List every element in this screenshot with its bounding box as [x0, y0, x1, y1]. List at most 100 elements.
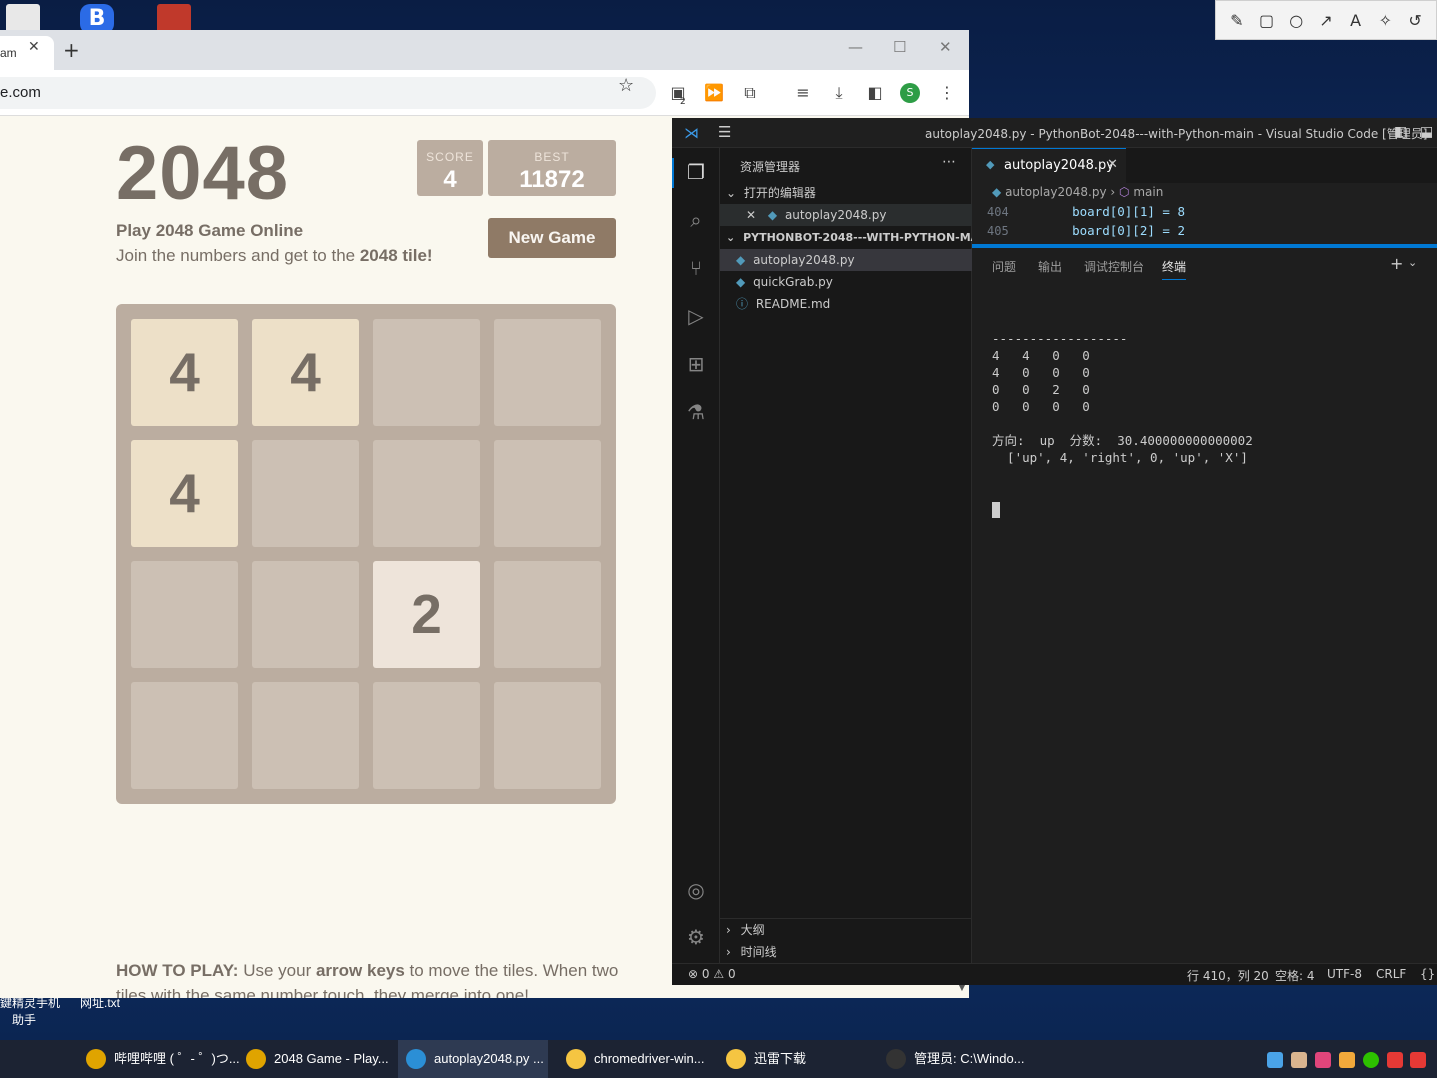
- empty-cell: [373, 440, 480, 547]
- tab-close-icon[interactable]: ✕: [28, 39, 40, 55]
- menu-kebab-icon[interactable]: ⋮: [936, 82, 958, 104]
- run-debug-icon[interactable]: ▷: [684, 304, 708, 328]
- breadcrumb-symbol[interactable]: main: [1133, 185, 1163, 199]
- new-game-button[interactable]: New Game: [488, 218, 616, 258]
- circle-icon[interactable]: ○: [1284, 11, 1308, 30]
- taskbar-item[interactable]: 管理员: C:\Windo...: [878, 1040, 1028, 1078]
- close-icon[interactable]: ✕: [939, 38, 952, 56]
- taskbar-item[interactable]: chromedriver-win...: [558, 1040, 708, 1078]
- tray-app-icon[interactable]: [1339, 1052, 1355, 1068]
- outline-section[interactable]: › 大纲: [720, 919, 972, 941]
- volume-icon[interactable]: [1410, 1052, 1426, 1068]
- score-box: SCORE 4: [417, 140, 483, 196]
- arrow-icon[interactable]: ↗: [1314, 11, 1338, 30]
- pencil-icon[interactable]: ✎: [1225, 11, 1249, 30]
- taskbar-item[interactable]: 哔哩哔哩 ( ゜- ゜)つ...: [78, 1040, 240, 1078]
- editor-area: autoplay2048.py ◆ ✕ ◆ autoplay2048.py › …: [972, 148, 1437, 247]
- rect-icon[interactable]: ▢: [1255, 11, 1279, 30]
- hamburger-menu-icon[interactable]: ☰: [718, 123, 731, 141]
- terminal-output[interactable]: ------------------ 4 4 0 0 4 0 0 0 0 0 2 0 0…: [992, 330, 1253, 466]
- file-item-quickgrab[interactable]: ◆ quickGrab.py: [720, 271, 972, 293]
- python-file-icon: ◆: [736, 253, 746, 267]
- game-board[interactable]: 4442: [116, 304, 616, 804]
- source-control-icon[interactable]: ⑂: [684, 256, 708, 280]
- language-braces-icon[interactable]: {}: [1420, 967, 1435, 981]
- extensions-icon[interactable]: ⊞: [684, 352, 708, 376]
- symbol-icon: ⬡: [1119, 185, 1130, 199]
- tab-terminal[interactable]: 终端: [1162, 258, 1187, 280]
- undo-icon[interactable]: ↺: [1403, 11, 1427, 30]
- terminal-line: ------------------: [992, 331, 1128, 346]
- account-icon[interactable]: ◎: [684, 878, 708, 902]
- taskbar-item[interactable]: 2048 Game - Play...: [238, 1040, 389, 1078]
- timeline-section[interactable]: › 时间线: [720, 941, 972, 963]
- python-file-icon: ◆: [767, 208, 778, 222]
- toggle-panel-icon[interactable]: ⬓: [1420, 124, 1433, 140]
- close-editor-icon[interactable]: ✕: [746, 208, 756, 222]
- breadcrumb-file[interactable]: autoplay2048.py: [1005, 185, 1106, 199]
- python-file-icon: ◆: [736, 275, 746, 289]
- taskbar-item[interactable]: 迅雷下载: [718, 1040, 868, 1078]
- testing-icon[interactable]: ⚗: [684, 400, 708, 424]
- scroll-down-icon[interactable]: ▼: [955, 983, 969, 997]
- intro-bold: 2048 tile!: [359, 246, 433, 265]
- cursor-position[interactable]: 行 410，列 20: [1187, 967, 1269, 984]
- tile: 4: [252, 319, 359, 426]
- game-title: 2048: [116, 131, 290, 216]
- empty-cell: [373, 319, 480, 426]
- sidepanel-icon[interactable]: ◧: [864, 82, 886, 104]
- search-icon[interactable]: ⌕: [684, 208, 708, 232]
- terminal-line: ['up', 4, 'right', 0, 'up', 'X']: [992, 450, 1248, 465]
- tab-problems[interactable]: 问题: [992, 258, 1016, 275]
- file-item-autoplay[interactable]: ◆ autoplay2048.py: [720, 249, 972, 271]
- tray-app-icon[interactable]: [1267, 1052, 1283, 1068]
- toggle-sidebar-icon[interactable]: ◧: [1394, 124, 1407, 140]
- minimize-icon[interactable]: —: [848, 38, 863, 56]
- puzzle-icon[interactable]: ⧉: [739, 82, 761, 104]
- close-tab-icon[interactable]: ✕: [1107, 157, 1118, 172]
- new-tab-icon[interactable]: +: [63, 38, 80, 62]
- folder-section[interactable]: ⌄ PYTHONBOT-2048---WITH-PYTHON-MAIN: [720, 227, 992, 249]
- line-ending[interactable]: CRLF: [1376, 967, 1406, 981]
- text-icon[interactable]: A: [1344, 11, 1368, 30]
- score-value: 4: [443, 166, 457, 193]
- chevron-right-icon: ›: [726, 923, 731, 937]
- code-line[interactable]: board[0][1] = 8: [1042, 204, 1185, 219]
- indentation[interactable]: 空格: 4: [1275, 967, 1315, 984]
- howto-keys: arrow keys: [315, 961, 405, 980]
- media-extension-icon[interactable]: ⏩: [703, 82, 725, 104]
- taskbar-item[interactable]: autoplay2048.py ...: [398, 1040, 548, 1078]
- tray-app-icon[interactable]: [1387, 1052, 1403, 1068]
- address-bar[interactable]: e.com: [0, 77, 656, 109]
- open-editor-item[interactable]: ✕ ◆ autoplay2048.py: [720, 204, 972, 226]
- empty-cell: [131, 682, 238, 789]
- editor-tab[interactable]: autoplay2048.py: [972, 148, 1126, 183]
- code-line[interactable]: board[0][2] = 2: [1042, 223, 1185, 238]
- chevron-down-icon: ⌄: [726, 186, 737, 200]
- problems-status[interactable]: ⊗ 0 ⚠ 0: [688, 967, 736, 981]
- wechat-icon[interactable]: [1363, 1052, 1379, 1068]
- open-editors-section[interactable]: ⌄ 打开的编辑器: [720, 182, 972, 204]
- playlist-icon[interactable]: ≡: [792, 82, 814, 104]
- profile-avatar[interactable]: S: [900, 83, 920, 103]
- tab-debug-console[interactable]: 调试控制台: [1084, 258, 1144, 275]
- tray-cat-icon[interactable]: [1291, 1052, 1307, 1068]
- maximize-icon[interactable]: ☐: [893, 38, 906, 56]
- tile: 4: [131, 440, 238, 547]
- desktop-label-app-2[interactable]: 助手: [12, 1011, 36, 1028]
- explorer-icon[interactable]: ❐: [684, 160, 708, 184]
- download-icon[interactable]: ⤓: [828, 82, 850, 104]
- browser-tab[interactable]: am: [0, 36, 54, 70]
- empty-cell: [494, 319, 601, 426]
- error-count: 0: [701, 967, 710, 981]
- encoding[interactable]: UTF-8: [1327, 967, 1362, 981]
- bookmark-star-icon[interactable]: ☆: [618, 75, 634, 96]
- more-actions-icon[interactable]: ⋯: [942, 154, 956, 170]
- tray-app-icon[interactable]: [1315, 1052, 1331, 1068]
- file-item-readme[interactable]: ⓘ README.md: [720, 293, 972, 315]
- new-terminal-icon[interactable]: +: [1390, 254, 1403, 273]
- settings-gear-icon[interactable]: ⚙: [684, 925, 708, 949]
- tab-output[interactable]: 输出: [1038, 258, 1062, 275]
- marker-icon[interactable]: ✧: [1373, 11, 1397, 30]
- chevron-down-icon[interactable]: ⌄: [1408, 256, 1417, 269]
